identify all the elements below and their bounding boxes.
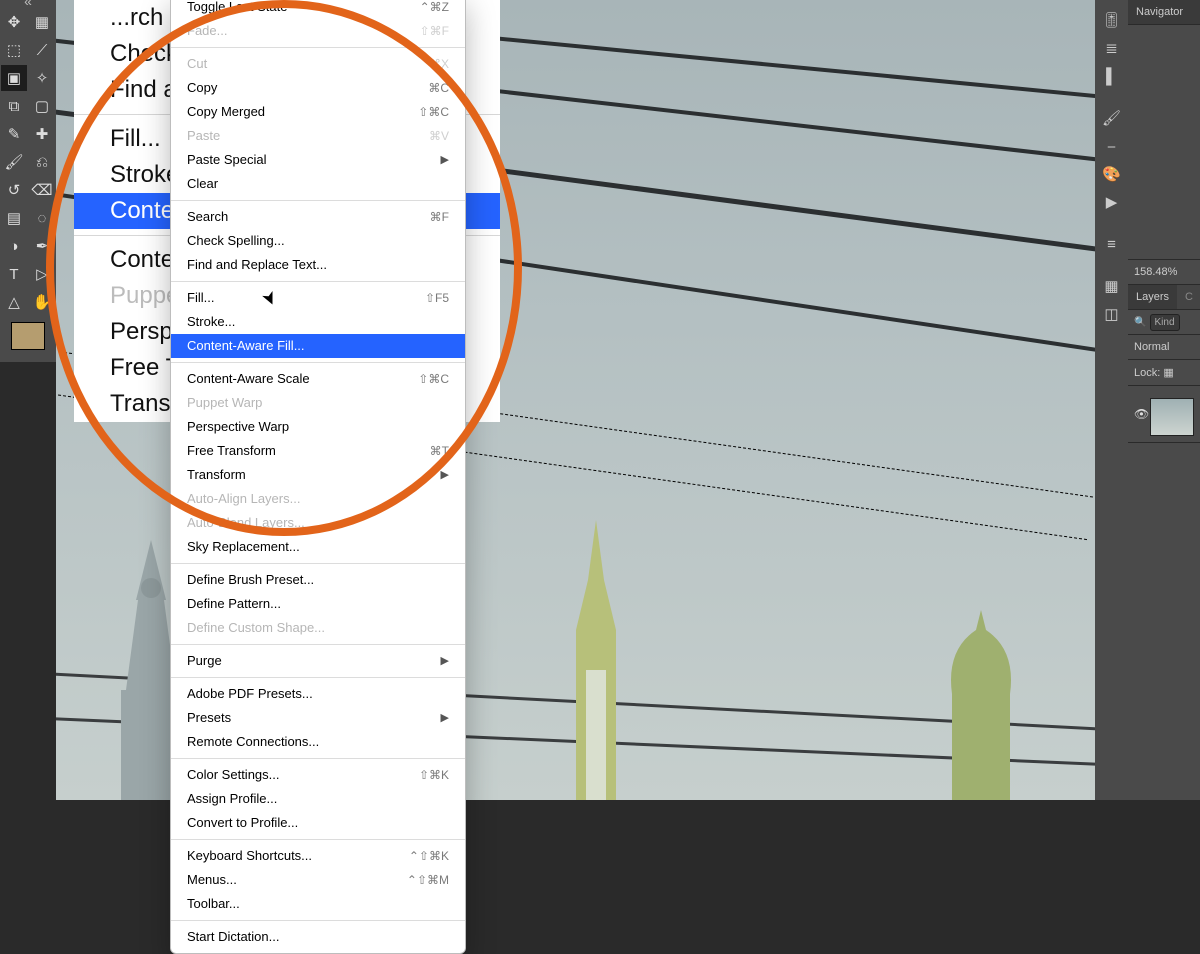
spot-heal-tool[interactable]: ✚ <box>29 121 55 147</box>
gradient-tool[interactable]: ▤ <box>1 205 27 231</box>
color-icon[interactable]: 🎨 <box>1095 160 1128 188</box>
magic-wand-tool[interactable]: ✧ <box>29 65 55 91</box>
menu-item-presets[interactable]: Presets▶ <box>171 706 465 730</box>
layer-filter-kind[interactable]: Kind <box>1150 314 1180 331</box>
photo-dome <box>936 610 1026 800</box>
menu-item-define-brush-preset[interactable]: Define Brush Preset... <box>171 568 465 592</box>
brushes-icon[interactable]: 🖌 <box>1095 104 1128 132</box>
menu-item-toolbar[interactable]: Toolbar... <box>171 892 465 916</box>
eyedropper-tool[interactable]: ✎ <box>1 121 27 147</box>
layer-thumbnail[interactable] <box>1150 398 1194 436</box>
rectangle-tool[interactable]: △ <box>1 289 27 315</box>
menu-item-menus[interactable]: Menus...⌃⇧⌘M <box>171 868 465 892</box>
dodge-tool[interactable]: ◑ <box>1 233 27 259</box>
navigator-tab[interactable]: Navigator <box>1128 0 1200 25</box>
object-select-tool[interactable]: ▣ <box>1 65 27 91</box>
menu-item-search[interactable]: Search⌘F <box>171 205 465 229</box>
history-brush-tool[interactable]: ↺ <box>1 177 27 203</box>
menu-item-content-aware-fill[interactable]: Content-Aware Fill... <box>171 334 465 358</box>
brush-tool[interactable]: 🖌 <box>1 149 27 175</box>
frame-tool[interactable]: ▢ <box>29 93 55 119</box>
grid-icon[interactable]: ◫ <box>1095 300 1128 328</box>
menu-item-auto-align-layers: Auto-Align Layers... <box>171 487 465 511</box>
photo-spire <box>556 520 636 800</box>
menu-item-define-custom-shape: Define Custom Shape... <box>171 616 465 640</box>
menu-item-adobe-pdf-presets[interactable]: Adobe PDF Presets... <box>171 682 465 706</box>
menu-item-toggle-last-state[interactable]: Toggle Last State⌃⌘Z <box>171 0 465 19</box>
menu-item-content-aware-scale[interactable]: Content-Aware Scale⇧⌘C <box>171 367 465 391</box>
tool-palette: « ✥ ▦ ⬚ ⟋ ▣ ✧ ⧉ ▢ ✎ ✚ 🖌 ⎌ ↺ ⌫ ▤ ◌ ◑ ✒ T … <box>0 0 56 362</box>
menu-item-stroke[interactable]: Stroke... <box>171 310 465 334</box>
menu-item-clear[interactable]: Clear <box>171 172 465 196</box>
channels-tab[interactable]: C <box>1177 285 1200 310</box>
pen-tool[interactable]: ✒ <box>29 233 55 259</box>
clone-stamp-tool[interactable]: ⎌ <box>29 149 55 175</box>
zoom-value[interactable]: 158.48% <box>1128 260 1200 285</box>
menu-item-paste-special[interactable]: Paste Special▶ <box>171 148 465 172</box>
menu-item-puppet-warp: Puppet Warp <box>171 391 465 415</box>
crop-tool[interactable]: ⧉ <box>1 93 27 119</box>
lock-label: Lock: <box>1134 367 1160 379</box>
rect-marquee-tool[interactable]: ⬚ <box>1 37 27 63</box>
menu-item-fade: Fade...⇧⌘F <box>171 19 465 43</box>
menu-item-color-settings[interactable]: Color Settings...⇧⌘K <box>171 763 465 787</box>
blur-tool[interactable]: ◌ <box>29 205 55 231</box>
visibility-icon[interactable]: 👁 <box>1134 407 1146 421</box>
menu-item-define-pattern[interactable]: Define Pattern... <box>171 592 465 616</box>
palette-grab-icon[interactable]: « <box>0 0 56 8</box>
menu-item-copy[interactable]: Copy⌘C <box>171 76 465 100</box>
blend-mode-select[interactable]: Normal <box>1128 335 1200 360</box>
menu-item-fill[interactable]: Fill...⇧F5 <box>171 286 465 310</box>
adjustments-icon[interactable]: 🎚 <box>1095 6 1128 34</box>
menu-item-transform[interactable]: Transform▶ <box>171 463 465 487</box>
path-select-tool[interactable]: ▷ <box>29 261 55 287</box>
lock-icon[interactable]: ▦ <box>1163 367 1173 379</box>
layers-tab[interactable]: Layers <box>1128 285 1177 310</box>
menu-item-free-transform[interactable]: Free Transform⌘T <box>171 439 465 463</box>
menu-item-remote-connections[interactable]: Remote Connections... <box>171 730 465 754</box>
artboard-tool[interactable]: ▦ <box>29 9 55 35</box>
menu-item-start-dictation[interactable]: Start Dictation... <box>171 925 465 949</box>
foreground-background-swatch[interactable] <box>11 322 45 350</box>
play-icon[interactable]: ▶ <box>1095 188 1128 216</box>
menu-item-assign-profile[interactable]: Assign Profile... <box>171 787 465 811</box>
right-panels: Navigator 158.48% Layers C 🔍 Kind Normal… <box>1128 0 1200 800</box>
menu-item-paste: Paste⌘V <box>171 124 465 148</box>
menu-item-auto-blend-layers: Auto-Blend Layers... <box>171 511 465 535</box>
menu-item-convert-to-profile[interactable]: Convert to Profile... <box>171 811 465 835</box>
right-icon-strip: 🎚 ≣ ▌ 🖌 ⎯ 🎨 ▶ ≡ ▦ ◫ <box>1095 0 1128 800</box>
eraser-tool[interactable]: ⌫ <box>29 177 55 203</box>
menu-item-perspective-warp[interactable]: Perspective Warp <box>171 415 465 439</box>
menu-item-check-spelling[interactable]: Check Spelling... <box>171 229 465 253</box>
styles-icon[interactable]: ≣ <box>1095 34 1128 62</box>
type-tool[interactable]: T <box>1 261 27 287</box>
menu-item-purge[interactable]: Purge▶ <box>171 649 465 673</box>
menu-item-copy-merged[interactable]: Copy Merged⇧⌘C <box>171 100 465 124</box>
layer-comps-icon[interactable]: ▦ <box>1095 272 1128 300</box>
swatches-icon[interactable]: ▌ <box>1095 62 1128 90</box>
paragraph-icon[interactable]: ≡ <box>1095 230 1128 258</box>
menu-item-find-and-replace-text[interactable]: Find and Replace Text... <box>171 253 465 277</box>
brush-settings-icon[interactable]: ⎯ <box>1095 132 1128 160</box>
menu-item-cut: Cut⌘X <box>171 52 465 76</box>
hand-tool[interactable]: ✋ <box>29 289 55 315</box>
lasso-tool[interactable]: ⟋ <box>29 37 55 63</box>
menu-item-keyboard-shortcuts[interactable]: Keyboard Shortcuts...⌃⇧⌘K <box>171 844 465 868</box>
menu-item-sky-replacement[interactable]: Sky Replacement... <box>171 535 465 559</box>
edit-menu-dropdown: Toggle Last State⌃⌘ZFade...⇧⌘F Cut⌘XCopy⌘… <box>170 0 466 954</box>
move-tool[interactable]: ✥ <box>1 9 27 35</box>
